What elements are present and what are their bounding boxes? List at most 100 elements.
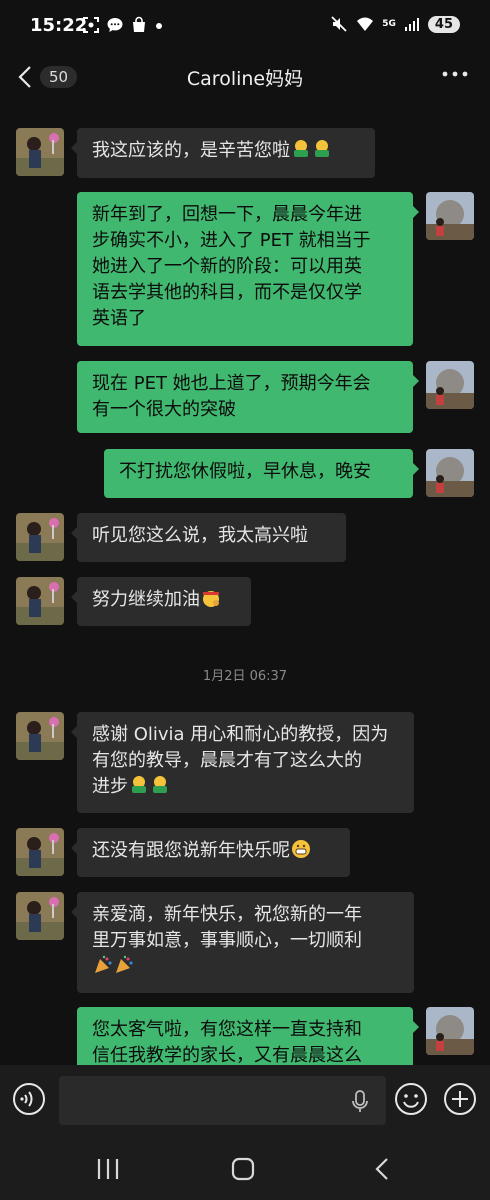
avatar-girl-image (16, 128, 64, 176)
message-outgoing: 您太客气啦，有您这样一直支持和 信任我教学的家长，又有晨晨这么 (0, 1007, 490, 1065)
voice-toggle-button[interactable] (12, 1082, 46, 1116)
more-button[interactable] (442, 64, 468, 84)
party-popper-emoji-icon (95, 955, 112, 973)
message-text-line: 进步 (92, 776, 128, 797)
recents-button[interactable] (93, 1155, 123, 1183)
message-text-line: 现在 PET 她也上道了，预期今年会 (92, 373, 371, 394)
message-bubble[interactable]: 我这应该的，是辛苦您啦 (71, 128, 375, 178)
message-incoming: 还没有跟您说新年快乐呢 (0, 828, 490, 878)
message-incoming: 听见您这么说，我太高兴啦 (0, 513, 490, 563)
emoji-button[interactable] (394, 1082, 428, 1116)
message-incoming: 努力继续加油 (0, 577, 490, 627)
message-text: 努力继续加油 (92, 589, 200, 610)
chat-input-bar (0, 1065, 490, 1135)
chat-header: 50 Caroline妈妈 (0, 52, 490, 100)
avatar-building-image (426, 1007, 474, 1055)
message-bubble[interactable]: 听见您这么说，我太高兴啦 (71, 513, 346, 562)
back-icon (375, 1158, 388, 1180)
message-outgoing: 不打扰您休假啦，早休息，晚安 (0, 449, 490, 499)
system-back-button[interactable] (368, 1155, 398, 1183)
message-text-line: 您太客气啦，有您这样一直支持和 (92, 1019, 362, 1040)
message-incoming: 我这应该的，是辛苦您啦 (0, 128, 490, 180)
my-avatar[interactable] (426, 361, 474, 409)
message-text-line: 英语了 (92, 308, 146, 329)
mute-icon (331, 16, 347, 32)
wifi-icon (357, 17, 374, 31)
emoji-icon (395, 1083, 427, 1115)
contact-avatar[interactable] (16, 892, 64, 940)
party-popper-emoji-icon (116, 955, 133, 973)
message-bubble[interactable]: 努力继续加油 (71, 577, 251, 626)
status-notification-icons (82, 16, 164, 34)
contact-avatar[interactable] (16, 828, 64, 876)
home-button[interactable] (228, 1155, 258, 1183)
message-outgoing: 现在 PET 她也上道了，预期今年会 有一个很大的突破 (0, 361, 490, 435)
hug-emoji-icon (315, 140, 329, 157)
message-bubble[interactable]: 亲爱滴，新年快乐，祝您新的一年 里万事如意，事事顺心，一切顺利 (71, 892, 414, 993)
contact-avatar[interactable] (16, 513, 64, 561)
contact-avatar[interactable] (16, 128, 64, 176)
message-text-line: 感谢 Olivia 用心和耐心的教授，因为 (92, 724, 389, 745)
chat-message-list[interactable]: 我这应该的，是辛苦您啦 新年到了，回想一下，晨晨今年进 步确实不小，进入了 PE… (0, 100, 490, 1065)
plus-icon (444, 1083, 476, 1115)
avatar-building-image (426, 361, 474, 409)
avatar-building-image (426, 192, 474, 240)
message-text-line: 她进入了一个新的阶段：可以用英 (92, 256, 362, 277)
chat-title: Caroline妈妈 (186, 68, 304, 90)
avatar-girl-image (16, 828, 64, 876)
grin-emoji-icon (292, 840, 310, 858)
status-system-icons: 5G 45 (330, 15, 460, 33)
recents-icon (97, 1159, 119, 1179)
mic-icon[interactable] (350, 1090, 370, 1114)
message-text-line: 有一个很大的突破 (92, 399, 236, 420)
battery-indicator: 45 (427, 15, 460, 33)
message-incoming: 感谢 Olivia 用心和耐心的教授，因为 有您的教导，晨晨才有了这么大的 进步 (0, 712, 490, 814)
message-bubble[interactable]: 不打扰您休假啦，早休息，晚安 (104, 449, 419, 498)
status-time: 15:22 (30, 15, 88, 36)
contact-avatar[interactable] (16, 712, 64, 760)
message-text: 还没有跟您说新年快乐呢 (92, 840, 290, 861)
message-bubble[interactable]: 新年到了，回想一下，晨晨今年进 步确实不小，进入了 PET 就相当于 她进入了一… (77, 192, 419, 346)
chat-timestamp: 1月2日 06:37 (202, 669, 288, 684)
more-actions-button[interactable] (443, 1082, 477, 1116)
system-navigation-bar (0, 1135, 490, 1200)
avatar-girl-image (16, 513, 64, 561)
message-text-line: 步确实不小，进入了 PET 就相当于 (92, 230, 371, 251)
message-text-line: 里万事如意，事事顺心，一切顺利 (92, 930, 362, 951)
hug-emoji-icon (132, 776, 146, 793)
message-input[interactable] (59, 1076, 386, 1125)
message-text-line: 亲爱滴，新年快乐，祝您新的一年 (92, 904, 362, 925)
avatar-building-image (426, 449, 474, 497)
voice-icon (13, 1083, 45, 1115)
more-icon (442, 71, 468, 77)
message-text: 我这应该的，是辛苦您啦 (92, 140, 290, 161)
fighting-emoji-icon (203, 591, 219, 607)
message-bubble[interactable]: 您太客气啦，有您这样一直支持和 信任我教学的家长，又有晨晨这么 (77, 1007, 419, 1065)
message-bubble[interactable]: 现在 PET 她也上道了，预期今年会 有一个很大的突破 (77, 361, 419, 433)
my-avatar[interactable] (426, 1007, 474, 1055)
message-text: 不打扰您休假啦，早休息，晚安 (119, 461, 371, 482)
network-label: 5G (382, 19, 396, 29)
contact-avatar[interactable] (16, 577, 64, 625)
home-icon (231, 1157, 255, 1181)
message-bubble[interactable]: 感谢 Olivia 用心和耐心的教授，因为 有您的教导，晨晨才有了这么大的 进步 (71, 712, 414, 813)
screenshot-icon (83, 17, 99, 33)
message-text-line: 语去学其他的科目，而不是仅仅学 (92, 282, 362, 303)
message-text-line: 新年到了，回想一下，晨晨今年进 (92, 204, 362, 225)
hug-emoji-icon (153, 776, 167, 793)
message-incoming: 亲爱滴，新年快乐，祝您新的一年 里万事如意，事事顺心，一切顺利 (0, 892, 490, 994)
avatar-girl-image (16, 892, 64, 940)
my-avatar[interactable] (426, 192, 474, 240)
message-text: 听见您这么说，我太高兴啦 (92, 525, 308, 546)
shopping-bag-icon (133, 16, 145, 32)
message-outgoing: 新年到了，回想一下，晨晨今年进 步确实不小，进入了 PET 就相当于 她进入了一… (0, 192, 490, 346)
message-text-line: 信任我教学的家长，又有晨晨这么 (92, 1045, 362, 1065)
avatar-girl-image (16, 577, 64, 625)
message-bubble[interactable]: 还没有跟您说新年快乐呢 (71, 828, 350, 877)
message-text-line: 有您的教导，晨晨才有了这么大的 (92, 750, 362, 771)
my-avatar[interactable] (426, 449, 474, 497)
signal-icon (404, 18, 419, 31)
avatar-girl-image (16, 712, 64, 760)
message-icon (107, 18, 123, 32)
status-bar: 15:22 5G 45 (0, 0, 490, 52)
